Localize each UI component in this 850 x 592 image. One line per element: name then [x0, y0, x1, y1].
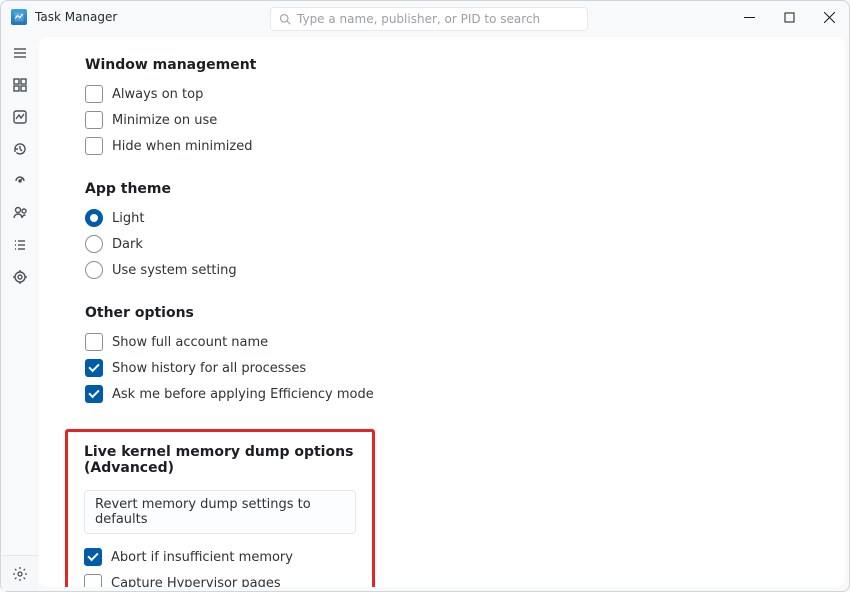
checkbox-icon[interactable] [85, 359, 103, 377]
title-bar: Task Manager [1, 1, 849, 33]
option-label: Ask me before applying Efficiency mode [112, 387, 374, 402]
section-heading-kernel-dump: Live kernel memory dump options (Advance… [84, 444, 356, 476]
section-heading-other-options: Other options [85, 305, 799, 321]
revert-defaults-button[interactable]: Revert memory dump settings to defaults [84, 490, 356, 534]
window-title: Task Manager [35, 10, 117, 24]
radio-icon[interactable] [85, 261, 103, 279]
option-label: Hide when minimized [112, 139, 253, 154]
window-controls [729, 1, 849, 33]
checkbox-icon[interactable] [84, 548, 102, 566]
checkbox-icon[interactable] [85, 111, 103, 129]
option-minimize-on-use[interactable]: Minimize on use [85, 107, 799, 133]
option-always-on-top[interactable]: Always on top [85, 81, 799, 107]
checkbox-icon[interactable] [85, 333, 103, 351]
search-icon [279, 13, 291, 25]
maximize-button[interactable] [769, 1, 809, 33]
option-label: Abort if insufficient memory [111, 550, 293, 565]
section-heading-window-management: Window management [85, 57, 799, 73]
option-label: Use system setting [112, 263, 237, 278]
checkbox-icon[interactable] [85, 137, 103, 155]
search-input[interactable] [297, 12, 579, 26]
app-icon [11, 9, 27, 25]
option-abort-insufficient[interactable]: Abort if insufficient memory [84, 544, 356, 570]
option-label: Always on top [112, 87, 203, 102]
option-ask-efficiency[interactable]: Ask me before applying Efficiency mode [85, 381, 799, 407]
option-label: Show full account name [112, 335, 268, 350]
settings-scroll[interactable]: Window management Always on top Minimize… [39, 37, 845, 587]
option-label: Capture Hypervisor pages [111, 576, 281, 588]
checkbox-icon[interactable] [84, 574, 102, 587]
kernel-dump-highlighted-section: Live kernel memory dump options (Advance… [65, 429, 375, 587]
processes-icon[interactable] [2, 69, 38, 101]
section-heading-app-theme: App theme [85, 181, 799, 197]
option-hide-when-minimized[interactable]: Hide when minimized [85, 133, 799, 159]
services-icon[interactable] [2, 261, 38, 293]
checkbox-icon[interactable] [85, 85, 103, 103]
option-theme-dark[interactable]: Dark [85, 231, 799, 257]
option-history-all-processes[interactable]: Show history for all processes [85, 355, 799, 381]
option-theme-light[interactable]: Light [85, 205, 799, 231]
performance-icon[interactable] [2, 101, 38, 133]
radio-icon[interactable] [85, 235, 103, 253]
option-capture-hypervisor[interactable]: Capture Hypervisor pages [84, 570, 356, 587]
sidebar [1, 37, 39, 591]
close-button[interactable] [809, 1, 849, 33]
checkbox-icon[interactable] [85, 385, 103, 403]
option-label: Minimize on use [112, 113, 217, 128]
users-icon[interactable] [2, 197, 38, 229]
option-label: Light [112, 211, 144, 226]
content-panel: Window management Always on top Minimize… [39, 37, 845, 587]
details-icon[interactable] [2, 229, 38, 261]
hamburger-icon[interactable] [2, 37, 38, 69]
search-box[interactable] [270, 7, 588, 31]
history-icon[interactable] [2, 133, 38, 165]
minimize-button[interactable] [729, 1, 769, 33]
startup-icon[interactable] [2, 165, 38, 197]
option-full-account-name[interactable]: Show full account name [85, 329, 799, 355]
option-theme-system[interactable]: Use system setting [85, 257, 799, 283]
settings-icon[interactable] [2, 555, 38, 591]
radio-icon[interactable] [85, 209, 103, 227]
option-label: Show history for all processes [112, 361, 306, 376]
option-label: Dark [112, 237, 143, 252]
